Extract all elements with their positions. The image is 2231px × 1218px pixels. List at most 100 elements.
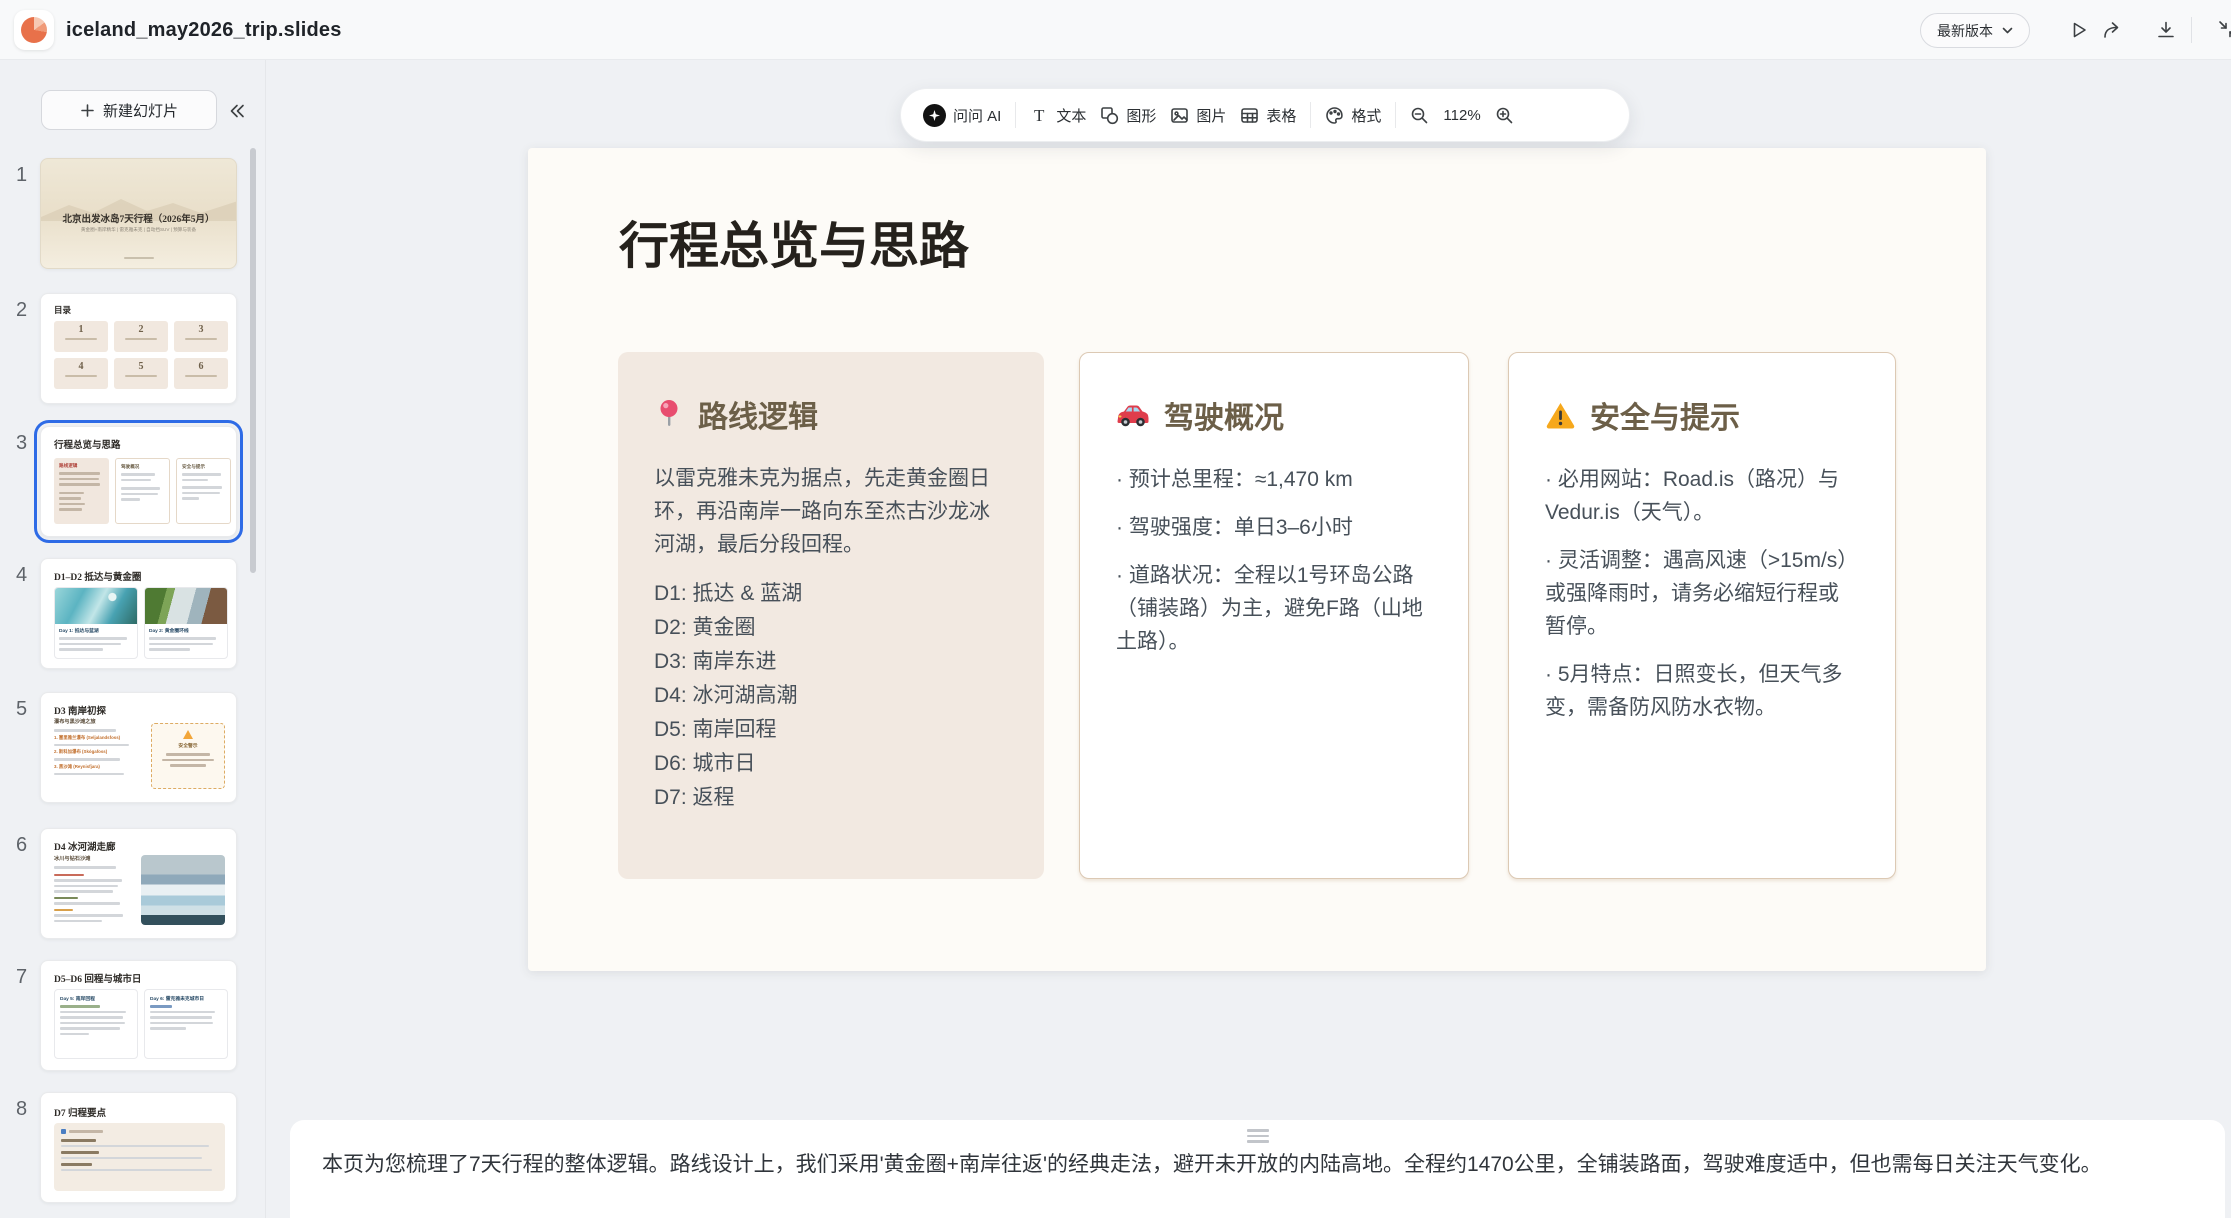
slide-thumbnail-8[interactable]: D7 归程要点 xyxy=(40,1092,237,1203)
sidebar-divider xyxy=(265,60,266,1218)
download-button[interactable] xyxy=(2154,18,2178,42)
file-name: iceland_may2026_trip.slides xyxy=(66,0,342,60)
notes-drag-handle[interactable] xyxy=(1247,1129,1269,1143)
card-safety-tips[interactable]: 安全与提示 · 必用网站：Road.is（路况）与 Vedur.is（天气）。 … xyxy=(1508,352,1896,879)
thumb4-day1-caption: Day 1: 抵达与蓝湖 xyxy=(59,627,133,634)
slide-thumbnail-1[interactable]: 北京出发冰岛7天行程（2026年5月） 黄金圈+南岸精华 | 雷克雅未克 | 自… xyxy=(40,158,237,269)
toc-caption-line xyxy=(65,375,97,377)
toc-caption-line xyxy=(125,375,157,377)
text-icon: T xyxy=(1030,106,1049,125)
thumb3-card-driving-title: 驾驶概况 xyxy=(121,464,164,470)
thumb6-subtitle: 冰川与钻石沙滩 xyxy=(54,855,90,862)
toc-cell: 4 xyxy=(54,358,108,389)
slide-thumbnail-7[interactable]: D5–D6 回程与城市日 Day 5: 南岸回程 Day 6: 雷克雅未克城市日 xyxy=(40,960,237,1071)
collapse-arrows-icon xyxy=(2216,18,2231,42)
slide-number-3: 3 xyxy=(16,432,34,455)
toc-number: 4 xyxy=(54,361,108,372)
sidebar-scrollbar[interactable] xyxy=(250,148,256,573)
slide-thumbnail-4[interactable]: D1–D2 抵达与黄金圈 Day 1: 抵达与蓝湖 Day 2: 黄金圈环线 xyxy=(40,558,237,669)
thumb7-day6-card: Day 6: 雷克雅未克城市日 xyxy=(144,989,228,1059)
share-button[interactable] xyxy=(2100,18,2124,42)
shape-tool-button[interactable]: 图形 xyxy=(1100,105,1156,126)
zoom-out-icon xyxy=(1410,106,1429,125)
day-item: D4: 冰河湖高潮 xyxy=(654,679,1008,713)
ai-sparkle-icon xyxy=(923,104,946,127)
slide-title[interactable]: 行程总览与思路 xyxy=(619,206,969,278)
ask-ai-label: 问问 AI xyxy=(953,105,1001,126)
format-tool-button[interactable]: 格式 xyxy=(1325,105,1381,126)
slide-number-5: 5 xyxy=(16,698,34,721)
speaker-notes-panel[interactable]: 本页为您梳理了7天行程的整体逻辑。路线设计上，我们采用'黄金圈+南岸往返'的经典… xyxy=(290,1120,2225,1218)
toolbar-divider xyxy=(1395,102,1396,128)
new-slide-button[interactable]: 新建幻灯片 xyxy=(41,90,217,130)
toc-cell: 1 xyxy=(54,321,108,352)
play-icon xyxy=(2068,19,2090,41)
pin-icon xyxy=(654,398,684,430)
driving-bullet: · 道路状况：全程以1号环岛公路（铺装路）为主，避免F路（山地土路）。 xyxy=(1116,559,1432,658)
toc-caption-line xyxy=(125,338,157,340)
slide-canvas[interactable]: 行程总览与思路 路线逻辑 以雷克雅未克为据点，先走黄金圈日环，再沿南岸一路向东至… xyxy=(528,148,1986,971)
thumb3-title: 行程总览与思路 xyxy=(54,437,121,451)
slide-thumbnail-5[interactable]: D3 南岸初探 瀑布与黑沙滩之旅 1. 塞里雅兰瀑布 (Seljalandsfo… xyxy=(40,692,237,803)
thumb2-title: 目录 xyxy=(54,304,71,316)
image-tool-label: 图片 xyxy=(1196,105,1226,126)
header-bar: iceland_may2026_trip.slides 最新版本 xyxy=(0,0,2231,60)
thumb5-title: D3 南岸初探 xyxy=(54,703,106,717)
text-tool-button[interactable]: T 文本 xyxy=(1030,105,1086,126)
zoom-in-button[interactable] xyxy=(1495,106,1514,125)
slide-number-2: 2 xyxy=(16,299,34,322)
ask-ai-button[interactable]: 问问 AI xyxy=(923,104,1001,127)
toc-number: 1 xyxy=(54,324,108,335)
warning-icon xyxy=(1545,401,1576,429)
share-icon xyxy=(2101,19,2123,41)
svg-text:T: T xyxy=(1034,106,1045,125)
toc-caption-line xyxy=(185,338,217,340)
safety-bullet: · 灵活调整：遇高风速（>15m/s）或强降雨时，请务必缩短行程或暂停。 xyxy=(1545,544,1859,643)
collapse-sidebar-button[interactable] xyxy=(226,100,248,122)
thumb5-item-3: 3. 黑沙滩 (Reynisfjara) xyxy=(54,764,142,770)
card-route-paragraph: 以雷克雅未克为据点，先走黄金圈日环，再沿南岸一路向东至杰古沙龙冰河湖，最后分段回… xyxy=(654,462,1008,561)
zoom-level: 112% xyxy=(1443,107,1480,124)
new-slide-label: 新建幻灯片 xyxy=(103,100,178,121)
thumb3-card-route-title: 路线逻辑 xyxy=(59,463,104,469)
collapse-window-button[interactable] xyxy=(2216,18,2231,42)
toc-number: 2 xyxy=(114,324,168,335)
version-dropdown[interactable]: 最新版本 xyxy=(1920,13,2030,48)
car-icon xyxy=(1116,402,1150,428)
toolbar-divider xyxy=(1310,102,1311,128)
photo-glacier-lagoon xyxy=(141,855,225,925)
image-tool-button[interactable]: 图片 xyxy=(1170,105,1226,126)
thumb5-item-1: 1. 塞里雅兰瀑布 (Seljalandsfoss) xyxy=(54,735,142,741)
thumb3-card-safety-title: 安全与提示 xyxy=(182,464,225,470)
thumb3-card-route: 路线逻辑 xyxy=(54,458,109,524)
thumb4-day1-card: Day 1: 抵达与蓝湖 xyxy=(54,587,138,659)
toc-caption-line xyxy=(65,338,97,340)
card-route-day-list: D1: 抵达 & 蓝湖 D2: 黄金圈 D3: 南岸东进 D4: 冰河湖高潮 D… xyxy=(654,577,1008,815)
thumb3-card-safety: 安全与提示 xyxy=(176,458,231,524)
thumb1-footer-line xyxy=(124,257,154,259)
table-tool-button[interactable]: 表格 xyxy=(1240,105,1296,126)
slide-thumbnail-2[interactable]: 目录 1 2 3 4 5 6 xyxy=(40,293,237,404)
thumb4-day2-card: Day 2: 黄金圈环线 xyxy=(144,587,228,659)
slide-number-6: 6 xyxy=(16,834,34,857)
safety-bullet: · 5月特点：日照变长，但天气多变，需备防风防水衣物。 xyxy=(1545,658,1859,724)
speaker-notes-text[interactable]: 本页为您梳理了7天行程的整体逻辑。路线设计上，我们采用'黄金圈+南岸往返'的经典… xyxy=(322,1148,2102,1178)
zoom-out-button[interactable] xyxy=(1410,106,1429,125)
photo-blue-lagoon xyxy=(55,588,137,624)
editor-toolbar: 问问 AI T 文本 图形 图片 表格 格式 112% xyxy=(900,88,1630,142)
slide-thumbnail-3[interactable]: 行程总览与思路 路线逻辑 驾驶概况 安全与提示 xyxy=(40,426,237,537)
day-item: D2: 黄金圈 xyxy=(654,611,1008,645)
card-safety-title: 安全与提示 xyxy=(1590,393,1740,437)
slide-thumbnail-6[interactable]: D4 冰河湖走廊 冰川与钻石沙滩 xyxy=(40,828,237,939)
driving-bullet: · 驾驶强度：单日3–6小时 xyxy=(1116,511,1432,544)
card-route-logic[interactable]: 路线逻辑 以雷克雅未克为据点，先走黄金圈日环，再沿南岸一路向东至杰古沙龙冰河湖，… xyxy=(618,352,1044,879)
thumb5-warning-box: 安全警示 xyxy=(151,723,225,789)
present-button[interactable] xyxy=(2067,18,2091,42)
thumb5-warning-title: 安全警示 xyxy=(152,742,224,749)
card-driving-overview[interactable]: 驾驶概况 · 预计总里程：≈1,470 km · 驾驶强度：单日3–6小时 · … xyxy=(1079,352,1469,879)
card-driving-title: 驾驶概况 xyxy=(1164,393,1284,437)
thumb8-title: D7 归程要点 xyxy=(54,1105,106,1119)
app-logo[interactable] xyxy=(14,10,54,50)
slide-number-8: 8 xyxy=(16,1098,34,1121)
card-route-title: 路线逻辑 xyxy=(698,392,818,436)
